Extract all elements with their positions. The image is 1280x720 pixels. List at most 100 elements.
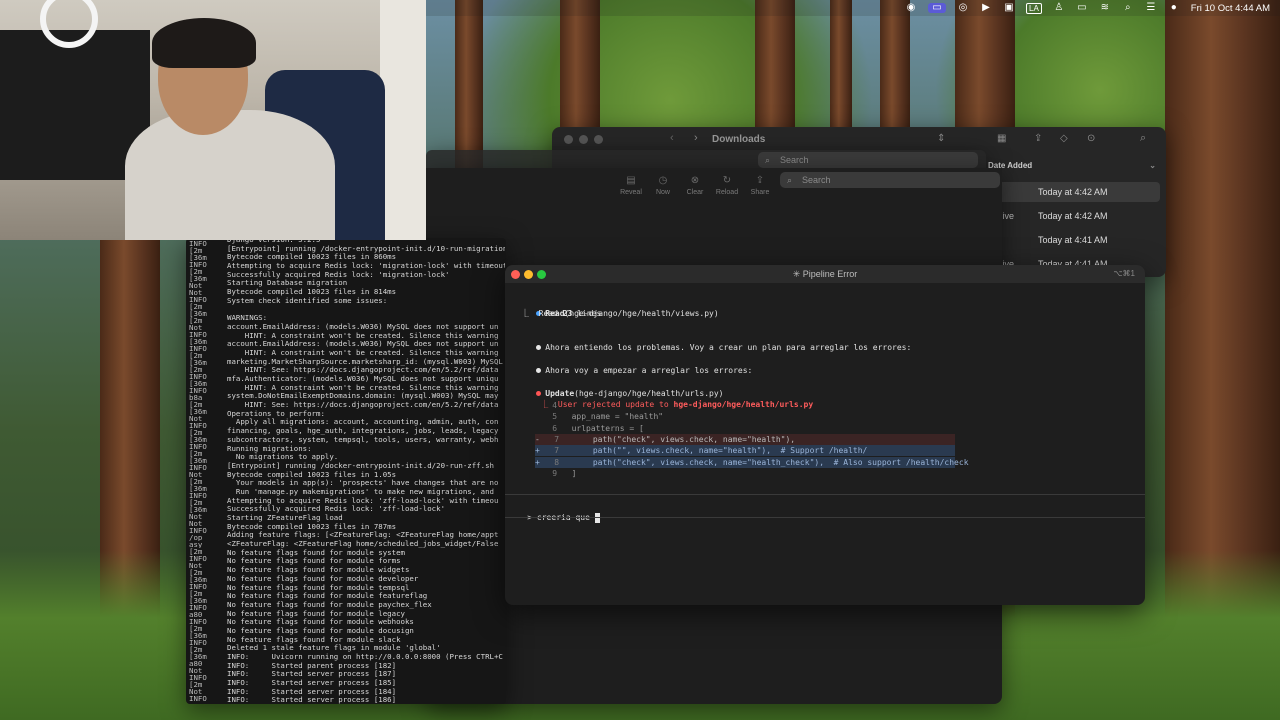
camera-icon[interactable]: ▣ (1003, 3, 1015, 13)
share-button[interactable]: ⇪ Share (743, 175, 777, 196)
terminal-line: INFO: Started server process [186] (227, 696, 397, 704)
terminal-prefix: [2m (189, 303, 203, 310)
person-icon[interactable]: ♙ (1053, 3, 1065, 13)
terminal-line: Deleted 1 stale feature flags in module … (227, 644, 441, 653)
diff-sign (533, 401, 538, 410)
console-search-input[interactable]: ⌕ Search (780, 172, 1000, 188)
code-text: path("", views.check, name="health"), # … (573, 446, 868, 456)
terminal-prefix: INFO (189, 695, 207, 702)
reveal-button[interactable]: ▤ Reveal (614, 175, 648, 196)
terminal-line: [Entrypoint] running /docker-entrypoint-… (227, 244, 505, 253)
more-icon[interactable]: ⊙ (1087, 133, 1095, 144)
clear-button[interactable]: ⊗ Clear (678, 175, 712, 196)
terminal-line: WARNINGS: (227, 314, 268, 323)
terminal-prefix: INFO (189, 240, 207, 247)
terminal-prefix: b8a (189, 394, 203, 401)
background-window[interactable]: ⌕ Search (426, 150, 986, 170)
finder-search-icon[interactable]: ⌕ (1140, 132, 1146, 145)
terminal-prefix: INFO (189, 492, 207, 499)
pipeline-error-window[interactable]: ✳ Pipeline Error ⌥⌘1 Read(hge-django/hge… (505, 265, 1145, 605)
tag-icon[interactable]: ◇ (1060, 133, 1068, 144)
terminal-line: Your models in app(s): 'prospects' have … (227, 479, 499, 488)
terminal-line: No feature flags found for module slack (227, 635, 401, 644)
terminal-line: Successfully acquired Redis lock: 'migra… (227, 270, 450, 279)
diff-sign (533, 412, 538, 421)
close-button[interactable] (564, 135, 573, 144)
terminal-prefix: Not (189, 667, 203, 674)
message-dot-icon (536, 345, 542, 350)
terminal-line: HINT: See: https://docs.djangoproject.co… (227, 366, 499, 375)
terminal-prefix: [2m (189, 401, 203, 408)
title-bar[interactable]: ✳ Pipeline Error ⌥⌘1 (505, 265, 1145, 283)
siri-icon[interactable]: ● (1168, 3, 1180, 13)
terminal-prefix: INFO (189, 674, 207, 681)
terminal-prefix: INFO (189, 261, 207, 268)
terminal-prefix: [36m (189, 436, 207, 443)
terminal-line: Bytecode compiled 10023 files in 860ms (227, 253, 397, 262)
diff-sign: + (535, 446, 540, 456)
terminal-prefix: INFO (189, 583, 207, 590)
terminal-prefix: [2m (189, 450, 203, 457)
terminal-line: Bytecode compiled 10023 files in 1.05s (227, 470, 397, 479)
date-added-header[interactable]: Date Added ⌄ (988, 161, 1160, 175)
forward-icon[interactable]: › (694, 132, 698, 144)
terminal-line: System check identified some issues: (227, 296, 388, 305)
group-icon[interactable]: ▦ (997, 133, 1006, 144)
minimize-button[interactable] (524, 270, 533, 279)
control-center-icon[interactable]: ☰ (1145, 3, 1157, 13)
terminal-line: No feature flags found for module system (227, 548, 405, 557)
window-title: Pipeline Error (802, 269, 858, 279)
wifi-icon[interactable]: ≋ (1099, 3, 1111, 13)
view-options-icon[interactable]: ⇕ (937, 133, 945, 144)
terminal-prefix: Not (189, 324, 203, 331)
list-item[interactable]: Today at 4:41 AM (998, 230, 1160, 250)
search-icon: ⌕ (787, 175, 793, 185)
play-icon[interactable]: ▶ (980, 3, 992, 13)
minimize-button[interactable] (579, 135, 588, 144)
terminal-prefix: /op (189, 534, 203, 541)
clear-icon: ⊗ (690, 175, 700, 186)
terminal-line: No feature flags found for module legacy (227, 609, 405, 618)
reveal-icon: ▤ (626, 175, 636, 186)
terminal-line: Apply all migrations: account, accountin… (227, 418, 499, 427)
terminal-prefix: INFO (189, 639, 207, 646)
terminal-line: No feature flags found for module featur… (227, 592, 428, 601)
menubar-clock[interactable]: Fri 10 Oct 4:44 AM (1191, 3, 1270, 14)
search-icon[interactable]: ⌕ (1122, 3, 1134, 13)
terminal-prefix: INFO (189, 373, 207, 380)
search-icon: ⌕ (765, 155, 771, 165)
terminal-prefix: [36m (189, 254, 207, 261)
terminal-prefix: INFO (189, 422, 207, 429)
message-dot-icon (536, 368, 542, 373)
line-number: 5 (552, 412, 558, 422)
terminal-line: Operations to perform: (227, 409, 325, 418)
terminal-line: HINT: A constraint won't be created. Sil… (227, 331, 499, 340)
app-circle-icon[interactable]: ◉ (905, 3, 917, 13)
line-number: 7 (554, 446, 560, 456)
close-button[interactable] (511, 270, 520, 279)
terminal-line: mfa.Authenticator: (models.W036) MySQL d… (227, 375, 499, 383)
share-icon[interactable]: ⇪ (1034, 133, 1042, 144)
code-line: - 7 path("check", views.check, name="hea… (535, 433, 955, 445)
zoom-button[interactable] (537, 270, 546, 279)
share-icon: ⇪ (755, 175, 765, 186)
code-line: + 8 path("check", views.check, name="hea… (535, 456, 969, 468)
list-item[interactable]: Today at 4:42 AM (998, 182, 1160, 202)
window-shortcut: ⌥⌘1 (1113, 269, 1135, 278)
terminal-prefix: [36m (189, 408, 207, 415)
now-button[interactable]: ◷ Now (646, 175, 680, 196)
reload-button[interactable]: ↻ Reload (710, 175, 744, 196)
list-item[interactable]: rchive Today at 4:42 AM (990, 206, 1160, 226)
back-icon[interactable]: ‹ (670, 132, 674, 144)
zoom-button[interactable] (594, 135, 603, 144)
line-number: 8 (554, 457, 560, 467)
terminal-line: Bytecode compiled 10023 files in 787ms (227, 522, 397, 531)
terminal-line: Running migrations: (227, 444, 312, 453)
search-input-background[interactable]: ⌕ Search (758, 152, 978, 168)
keyboard-layout-icon[interactable]: LA (1026, 2, 1042, 14)
terminal-prefix: [36m (189, 632, 207, 639)
battery-icon[interactable]: ▭ (1076, 3, 1088, 13)
display-icon[interactable]: ▭ (928, 3, 946, 13)
eye-icon[interactable]: ◎ (957, 3, 969, 13)
terminal-line: No feature flags found for module tempsq… (227, 583, 410, 592)
